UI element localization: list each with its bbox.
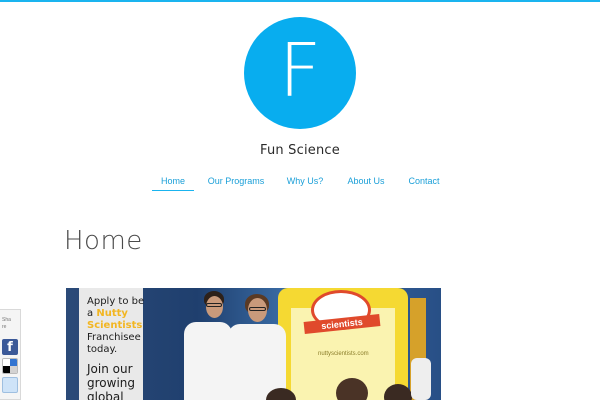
nav-item-our-programs[interactable]: Our Programs xyxy=(207,175,265,191)
site-title[interactable]: Fun Science xyxy=(0,143,600,158)
promo-line: today. xyxy=(87,344,118,355)
promo-line: Franchisee xyxy=(87,332,141,343)
promo-line: global xyxy=(87,390,124,400)
banner-url: nuttyscientists.com xyxy=(318,351,369,357)
performer-right-glasses xyxy=(249,307,266,311)
site-logo[interactable]: F xyxy=(244,17,356,129)
main-nav: Home Our Programs Why Us? About Us Conta… xyxy=(0,175,600,195)
promo-line: Join our xyxy=(87,362,133,376)
delicious-quad xyxy=(10,366,17,373)
page-title: Home xyxy=(64,226,143,256)
promo-line: a Nutty xyxy=(87,308,143,320)
delicious-icon[interactable] xyxy=(2,358,18,374)
share-widget: Share f xyxy=(0,309,21,400)
reddit-icon[interactable] xyxy=(2,377,18,393)
top-accent-bar xyxy=(0,0,600,2)
promo-line-accent: Scientists xyxy=(87,320,143,331)
logo-letter: F xyxy=(278,28,322,114)
nav-item-why-us[interactable]: Why Us? xyxy=(285,175,325,191)
delicious-quad xyxy=(3,359,10,366)
share-label: Share xyxy=(2,317,11,330)
audience-head xyxy=(336,378,368,400)
promo-line: Apply to be xyxy=(87,296,145,307)
nav-item-about-us[interactable]: About Us xyxy=(345,175,387,191)
hero-image[interactable]: scientists nuttyscientists.com Apply to … xyxy=(66,288,441,400)
delicious-quad xyxy=(3,366,10,373)
nav-item-home[interactable]: Home xyxy=(152,175,194,191)
performer-left-glasses xyxy=(206,303,222,307)
nav-item-contact[interactable]: Contact xyxy=(406,175,442,191)
promo-word: a xyxy=(87,308,94,319)
audience-person xyxy=(411,358,431,400)
promo-word-accent: Nutty xyxy=(96,308,128,319)
facebook-icon[interactable]: f xyxy=(2,339,18,355)
delicious-quad xyxy=(10,359,17,366)
performer-left-head xyxy=(206,296,223,318)
performer-left xyxy=(184,322,232,400)
franchise-promo-panel: Apply to be a Nutty Scientists Franchise… xyxy=(79,288,145,400)
promo-line: growing xyxy=(87,376,135,390)
